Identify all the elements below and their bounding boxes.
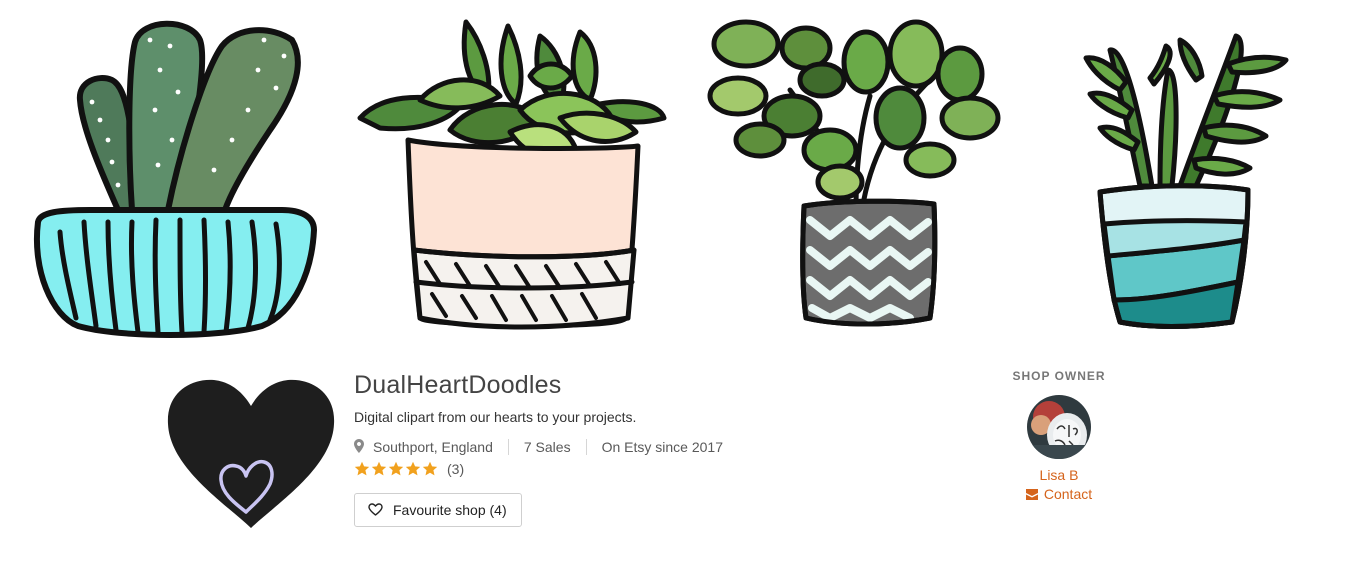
shop-banner: [0, 0, 1366, 345]
shop-rating[interactable]: (3): [354, 459, 914, 479]
shop-location[interactable]: Southport, England: [373, 439, 493, 455]
star-rating: [354, 461, 438, 477]
map-pin-icon: [354, 439, 366, 455]
contact-label: Contact: [1043, 486, 1093, 502]
shop-sales[interactable]: 7 Sales: [524, 439, 571, 455]
star-icon: [405, 461, 421, 476]
star-icon: [354, 461, 370, 476]
shop-logo[interactable]: [166, 376, 336, 532]
succulent-plant-illustration: [357, 19, 667, 330]
banner-illustration: [34, 19, 1289, 338]
shop-name: DualHeartDoodles: [354, 371, 562, 399]
owner-name[interactable]: Lisa B: [1004, 467, 1114, 483]
shop-tagline: Digital clipart from our hearts to your …: [354, 409, 637, 425]
shop-owner-heading: SHOP OWNER: [1012, 369, 1106, 383]
envelope-icon: [1025, 488, 1038, 500]
favourite-shop-button[interactable]: Favourite shop (4): [354, 493, 522, 527]
contact-owner-link[interactable]: Contact: [1025, 486, 1093, 502]
star-icon: [388, 461, 404, 476]
shop-info: DualHeartDoodles Digital clipart from ou…: [354, 368, 914, 527]
aloe-plant-illustration: [1083, 33, 1289, 329]
shop-since: On Etsy since 2017: [601, 439, 723, 455]
meta-divider: [507, 439, 509, 455]
heart-outline-icon: [368, 503, 384, 517]
heart-logo-icon: [167, 379, 335, 528]
rating-count[interactable]: (3): [447, 461, 464, 477]
meta-divider: [585, 439, 587, 455]
shop-meta-row: Southport, England 7 Sales On Etsy since…: [354, 437, 914, 457]
favourite-shop-label: Favourite shop (4): [393, 502, 507, 518]
owner-avatar[interactable]: [1027, 395, 1091, 459]
shop-owner: SHOP OWNER Lisa B Contact: [1004, 369, 1114, 505]
cactus-plant-illustration: [34, 20, 317, 338]
star-icon: [371, 461, 387, 476]
jade-plant-illustration: [707, 19, 1001, 327]
star-icon: [422, 461, 438, 476]
